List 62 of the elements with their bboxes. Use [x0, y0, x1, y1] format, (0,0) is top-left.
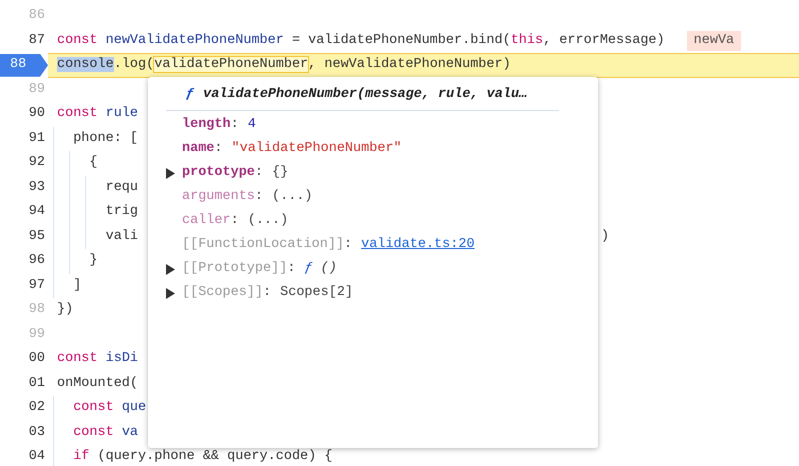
- colon: :: [230, 116, 239, 134]
- popover-title: validatePhoneNumber(message, rule, valu…: [203, 86, 528, 104]
- code-line: ]: [72, 276, 82, 295]
- inline-value-badge: newVa: [686, 30, 742, 51]
- property-key: [[Scopes]]: [182, 282, 264, 304]
- property-value: (...): [248, 212, 288, 230]
- line-number[interactable]: 01: [28, 374, 48, 394]
- colon: :: [254, 164, 264, 182]
- property-value: (...): [272, 188, 313, 206]
- colon: :: [344, 236, 352, 254]
- property-value: {}: [272, 164, 288, 182]
- expand-triangle-icon[interactable]: [166, 288, 175, 298]
- property-value: ƒ (): [304, 260, 337, 278]
- line-number[interactable]: 94: [28, 202, 48, 222]
- colon: :: [214, 140, 223, 158]
- line-number[interactable]: 87: [28, 30, 48, 51]
- code-line: {: [88, 154, 98, 172]
- function-icon: ƒ: [186, 85, 194, 106]
- line-number[interactable]: 96: [28, 251, 48, 272]
- code-line: phone: [: [72, 130, 138, 148]
- code-line: trig: [104, 203, 138, 222]
- code-line: const que: [72, 399, 146, 418]
- code-line: const va: [72, 424, 138, 442]
- line-number[interactable]: 91: [28, 128, 48, 149]
- line-number[interactable]: 95: [28, 226, 48, 247]
- colon: :: [254, 188, 264, 206]
- code-line: const newValidatePhoneNumber = validatePhoneNumber.bind(this, errorMessage): [57, 32, 665, 50]
- code-line: onMounted(: [57, 374, 138, 393]
- line-number[interactable]: 92: [28, 153, 48, 174]
- expand-triangle-icon[interactable]: [166, 264, 175, 274]
- code-line: }): [57, 301, 74, 320]
- line-number[interactable]: 97: [28, 276, 48, 296]
- property-key: caller: [182, 210, 231, 232]
- colon: :: [230, 212, 239, 230]
- source-link[interactable]: validate.ts:20: [361, 234, 475, 256]
- property-value: Scopes[2]: [280, 284, 354, 302]
- line-number[interactable]: 93: [28, 178, 48, 198]
- code-line: const isDi: [57, 350, 138, 368]
- property-key: name: [182, 138, 214, 160]
- code-text: ): [601, 228, 610, 246]
- code-line: console.log(validatePhoneNumber, newValidatePhoneNumber): [57, 56, 511, 74]
- property-key: arguments: [182, 186, 255, 208]
- code-line: }: [88, 252, 98, 270]
- property-key: [[FunctionLocation]]: [182, 234, 344, 256]
- property-key: [[Prototype]]: [182, 258, 288, 280]
- code-line: if (query.phone && query.code) {: [72, 448, 332, 466]
- property-value: 4: [248, 116, 256, 134]
- line-number[interactable]: 03: [28, 422, 48, 443]
- expand-triangle-icon[interactable]: [166, 168, 175, 178]
- property-key: prototype: [182, 162, 255, 184]
- line-number[interactable]: 90: [28, 104, 48, 124]
- line-number[interactable]: 00: [28, 349, 48, 370]
- property-key: length: [182, 114, 231, 136]
- line-number[interactable]: 04: [28, 447, 48, 466]
- code-line: vali: [104, 228, 138, 246]
- code-line: requ: [104, 178, 138, 197]
- code-line: const rule: [57, 105, 138, 124]
- breakpoint-marker[interactable]: 88: [0, 54, 48, 77]
- colon: :: [287, 260, 296, 278]
- line-number[interactable]: 02: [28, 398, 48, 418]
- colon: :: [263, 284, 272, 302]
- property-value: "validatePhoneNumber": [232, 140, 402, 158]
